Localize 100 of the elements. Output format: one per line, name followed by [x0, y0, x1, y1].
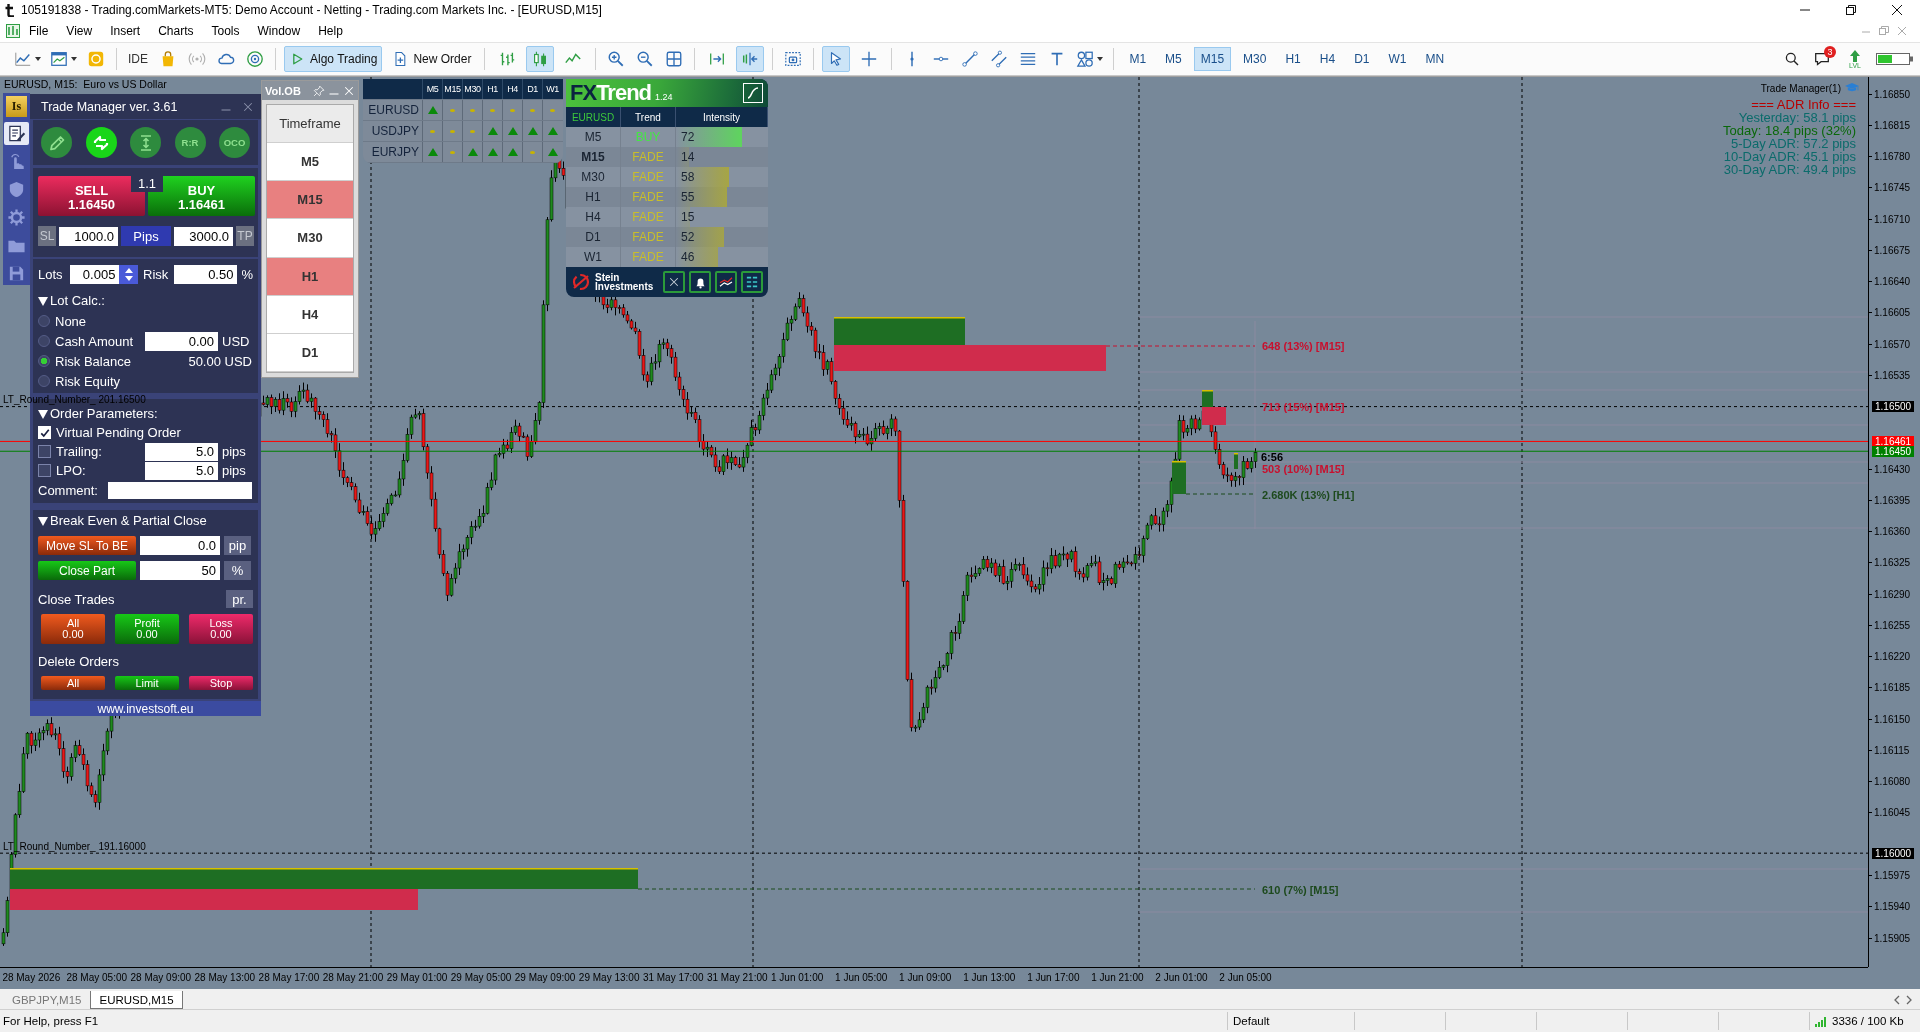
- app-logo-icon: [5, 3, 15, 17]
- price-axis-label: 1.16675: [1869, 244, 1911, 256]
- checkbox[interactable]: [38, 464, 51, 477]
- chevron-left-icon[interactable]: [1894, 995, 1900, 1005]
- grid-icon[interactable]: [665, 50, 684, 68]
- timeframe-button[interactable]: MN: [1418, 47, 1452, 71]
- close-button[interactable]: [663, 271, 685, 293]
- expand-button[interactable]: [743, 83, 763, 103]
- price-axis-label: 1.16430: [1869, 463, 1911, 475]
- target-icon[interactable]: [246, 50, 264, 68]
- search-icon[interactable]: [1784, 51, 1800, 67]
- timeframe-cell: M5: [566, 127, 621, 147]
- section-toggle[interactable]: Order Parameters:: [38, 405, 158, 423]
- parallel-channel-icon[interactable]: [990, 50, 1009, 68]
- mode-button[interactable]: [130, 127, 161, 158]
- notification-badge: 3: [1824, 46, 1836, 58]
- chart-shift-button[interactable]: [736, 46, 765, 72]
- trend-line-icon[interactable]: [961, 50, 980, 68]
- menu-item[interactable]: Charts: [149, 22, 203, 40]
- action-button[interactable]: Close Part: [38, 561, 136, 580]
- side-tool-button[interactable]: [4, 122, 29, 145]
- algo-trading-button[interactable]: Algo Trading: [284, 46, 383, 72]
- caret-icon[interactable]: [71, 57, 77, 61]
- chat-bubble-icon[interactable]: [1813, 50, 1831, 68]
- menu-item[interactable]: Window: [248, 22, 310, 40]
- mode-button[interactable]: [85, 127, 117, 158]
- cursor-button[interactable]: [822, 46, 851, 72]
- timeframe-button[interactable]: M30: [1236, 47, 1274, 71]
- menu-item[interactable]: Tools: [202, 22, 249, 40]
- zoom-out-icon[interactable]: [636, 50, 655, 68]
- radio-button[interactable]: [38, 375, 50, 387]
- mode-button[interactable]: [41, 127, 72, 158]
- option-label: Risk Balance: [55, 353, 131, 369]
- chart-window-icon[interactable]: [50, 50, 68, 68]
- bid-price-tag: 1.16450: [1872, 446, 1915, 458]
- chart-button[interactable]: [715, 271, 737, 293]
- menu-item[interactable]: Insert: [101, 22, 150, 40]
- action-button[interactable]: Move SL To BE: [38, 536, 136, 555]
- delete-orders-button[interactable]: All: [41, 676, 105, 690]
- chart-tab[interactable]: GBPJPY,M15: [3, 991, 91, 1009]
- chart-window-icon[interactable]: [6, 24, 20, 38]
- zoom-in-icon[interactable]: [607, 50, 626, 68]
- line-chart-icon[interactable]: [14, 50, 32, 68]
- restore-icon[interactable]: [1846, 5, 1856, 15]
- close-trades-button[interactable]: Profit 0.00: [115, 614, 179, 644]
- section-toggle[interactable]: Lot Calc.:: [38, 292, 105, 310]
- pips-field[interactable]: 5.0: [145, 461, 218, 480]
- caret-icon[interactable]: [1097, 57, 1104, 61]
- radio-button[interactable]: [38, 335, 50, 347]
- bell-button[interactable]: [689, 271, 711, 293]
- menu-item[interactable]: View: [57, 22, 102, 40]
- ide-link[interactable]: IDE: [125, 52, 151, 66]
- risk-field[interactable]: 0.50: [174, 264, 238, 284]
- mode-toggle-button[interactable]: pr.: [226, 590, 253, 608]
- chevron-right-icon[interactable]: [1906, 995, 1912, 1005]
- delete-orders-button[interactable]: Limit: [115, 676, 179, 690]
- timeframe-button[interactable]: D1: [1347, 47, 1377, 71]
- delete-orders-button[interactable]: Stop: [189, 676, 253, 690]
- spin-button[interactable]: [119, 264, 139, 284]
- pips-field[interactable]: 5.0: [145, 442, 218, 461]
- new-order-button[interactable]: New Order: [387, 46, 477, 72]
- shapes-icon[interactable]: [1076, 50, 1095, 68]
- timeframe-button[interactable]: H1: [1278, 47, 1308, 71]
- timeframe-button[interactable]: W1: [1381, 47, 1414, 71]
- radio-button[interactable]: [38, 315, 50, 327]
- close-trades-button[interactable]: All 0.00: [41, 614, 105, 644]
- timeframe-cell: H4: [566, 207, 621, 227]
- lots-field[interactable]: 0.005: [70, 264, 120, 284]
- checkbox[interactable]: [38, 445, 51, 458]
- caret-icon[interactable]: [35, 57, 41, 61]
- chart-tab[interactable]: EURUSD,M15: [90, 991, 183, 1009]
- order-block-zone: [1202, 390, 1226, 425]
- stop-loss-field[interactable]: 1000.0: [59, 226, 118, 246]
- horizontal-levels-icon[interactable]: [1019, 50, 1038, 68]
- time-axis-label: 28 May 09:00: [130, 972, 192, 983]
- screenshot-icon[interactable]: [784, 50, 803, 68]
- close-icon[interactable]: [1892, 5, 1902, 15]
- units-button[interactable]: Pips: [121, 226, 171, 246]
- timeframe-button[interactable]: M1: [1122, 47, 1154, 71]
- candlestick-button[interactable]: [526, 46, 555, 72]
- timeframe-button[interactable]: H4: [1312, 47, 1343, 71]
- close-icon: [668, 276, 680, 288]
- comment-field[interactable]: [108, 481, 252, 499]
- profile-name: Default: [1233, 1015, 1270, 1027]
- line-chart-icon: [719, 276, 733, 288]
- value-field[interactable]: 50: [140, 561, 220, 580]
- menu-item[interactable]: File: [20, 22, 58, 40]
- up-arrow-icon[interactable]: [1849, 49, 1861, 62]
- menu-item[interactable]: Help: [309, 22, 352, 40]
- symbol-label: USDJPY: [370, 123, 420, 140]
- amount-field[interactable]: 0.00: [145, 331, 218, 351]
- value-field[interactable]: 0.0: [140, 536, 220, 555]
- radio-button[interactable]: [38, 355, 50, 367]
- timeframe-button[interactable]: M15: [1193, 47, 1232, 71]
- take-profit-field[interactable]: 3000.0: [174, 226, 233, 246]
- grid-button[interactable]: [741, 271, 763, 293]
- timeframe-button[interactable]: M5: [1158, 47, 1189, 71]
- close-trades-button[interactable]: Loss 0.00: [189, 614, 253, 644]
- ohlc-bars-icon: [498, 50, 517, 68]
- section-toggle[interactable]: Break Even & Partial Close: [38, 512, 207, 530]
